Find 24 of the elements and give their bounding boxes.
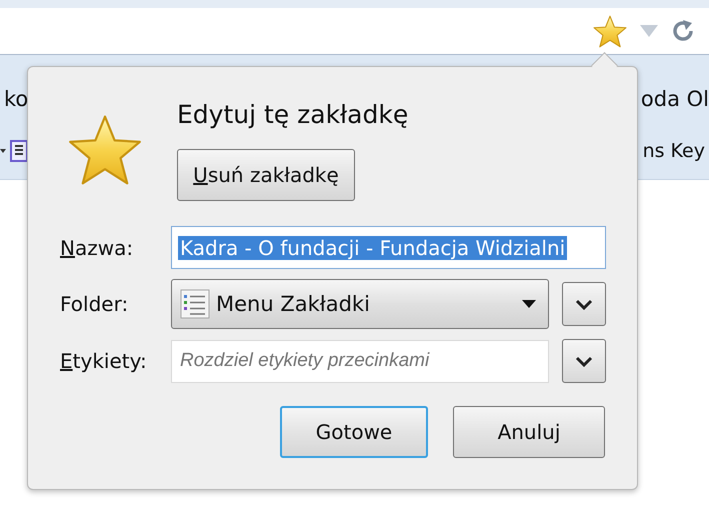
- reload-icon[interactable]: [671, 19, 695, 43]
- panel-title: Edytuj tę zakładkę: [177, 100, 408, 129]
- list-icon: [180, 289, 210, 319]
- dialog-button[interactable]: Anuluj: [453, 406, 605, 458]
- bookmark-item[interactable]: ns Key: [642, 140, 709, 162]
- dialog-button[interactable]: Gotowe: [280, 406, 428, 458]
- page-icon[interactable]: [10, 140, 28, 162]
- expand-button[interactable]: [562, 339, 606, 383]
- field-label: Nazwa:: [60, 236, 134, 260]
- dropdown-arrow-icon: [522, 300, 536, 308]
- field-label: Folder:: [60, 292, 130, 316]
- star-icon: [68, 114, 142, 186]
- bookmark-item[interactable]: oda Ol: [640, 87, 709, 111]
- chevron-down-icon: [575, 356, 593, 366]
- remove-bookmark-button[interactable]: Usuń zakładkę: [177, 149, 355, 201]
- star-icon[interactable]: [593, 14, 627, 48]
- bookmark-item[interactable]: ko: [0, 87, 28, 111]
- tags-field[interactable]: Rozdziel etykiety przecinkami: [171, 340, 549, 382]
- chevron-down-icon: [575, 298, 593, 310]
- name-field[interactable]: Kadra - O fundacji - Fundacja Widzialni: [171, 226, 606, 269]
- field-label: Etykiety:: [60, 349, 148, 373]
- expand-button[interactable]: [562, 282, 606, 326]
- chevron-icon[interactable]: [0, 148, 6, 154]
- folder-dropdown[interactable]: Menu Zakładki: [171, 279, 549, 329]
